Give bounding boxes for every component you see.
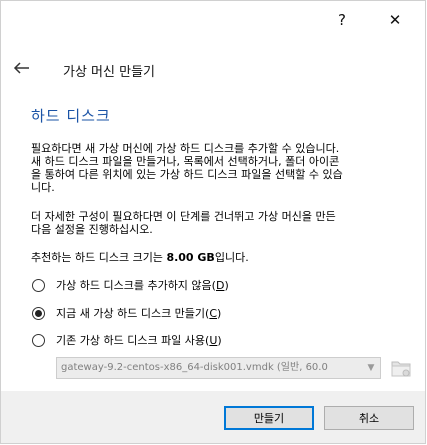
title-bar: ? ✕ <box>1 1 425 39</box>
existing-disk-select[interactable]: gateway-9.2-centos-x86_64-disk001.vmdk (… <box>56 357 381 379</box>
help-icon: ? <box>338 11 346 29</box>
chevron-down-icon[interactable]: ▼ <box>366 358 376 378</box>
close-button[interactable]: ✕ <box>372 1 418 39</box>
radio-label: 기존 가상 하드 디스크 파일 사용(U) <box>56 334 222 347</box>
recommended-size-text: 추천하는 하드 디스크 크기는 8.00 GB입니다. <box>31 251 249 264</box>
description-line: 필요하다면 새 가상 머신에 가상 하드 디스크를 추가할 수 있습니다. <box>31 142 340 155</box>
cancel-button[interactable]: 취소 <box>324 406 414 430</box>
section-title: 하드 디스크 <box>31 107 111 125</box>
description-line: 을 통하여 다른 위치에 있는 가상 하드 디스크 파일을 선택할 수 있습 <box>31 168 343 181</box>
existing-disk-value: gateway-9.2-centos-x86_64-disk001.vmdk (… <box>61 362 328 373</box>
advanced-note: 더 자세한 구성이 필요하다면 이 단계를 건너뛰고 가상 머신을 만든 다음 … <box>31 210 336 236</box>
close-icon: ✕ <box>388 11 402 29</box>
folder-icon[interactable] <box>389 355 413 381</box>
radio-create-new-disk[interactable]: 지금 새 가상 하드 디스크 만들기(C) <box>32 305 221 321</box>
description-line: 니다. <box>31 181 55 194</box>
description-line: 새 하드 디스크 파일을 만들거나, 목록에서 선택하거나, 폴더 아이콘 <box>31 155 340 168</box>
recommended-size-value: 8.00 GB <box>166 251 215 264</box>
radio-button[interactable] <box>32 278 45 292</box>
radio-button-selected[interactable] <box>32 306 45 320</box>
radio-label: 지금 새 가상 하드 디스크 만들기(C) <box>56 307 222 320</box>
radio-label: 가상 하드 디스크를 추가하지 않음(D) <box>56 279 229 292</box>
wizard-title: 가상 머신 만들기 <box>63 65 155 80</box>
back-arrow-icon[interactable] <box>11 57 33 79</box>
help-button[interactable]: ? <box>319 1 365 39</box>
wizard-header: 가상 머신 만들기 <box>1 39 425 99</box>
radio-use-existing-disk[interactable]: 기존 가상 하드 디스크 파일 사용(U) <box>32 332 222 348</box>
note-line: 더 자세한 구성이 필요하다면 이 단계를 건너뛰고 가상 머신을 만든 <box>31 210 336 223</box>
radio-button[interactable] <box>32 333 45 347</box>
description-paragraph: 필요하다면 새 가상 머신에 가상 하드 디스크를 추가할 수 있습니다. 새 … <box>31 142 343 194</box>
note-line: 다음 설정을 진행하십시오. <box>31 223 153 236</box>
create-button[interactable]: 만들기 <box>224 406 314 430</box>
radio-no-disk[interactable]: 가상 하드 디스크를 추가하지 않음(D) <box>32 277 229 293</box>
dialog-window: ? ✕ 가상 머신 만들기 하드 디스크 필요하다면 새 가상 머신에 가상 하… <box>0 0 426 444</box>
